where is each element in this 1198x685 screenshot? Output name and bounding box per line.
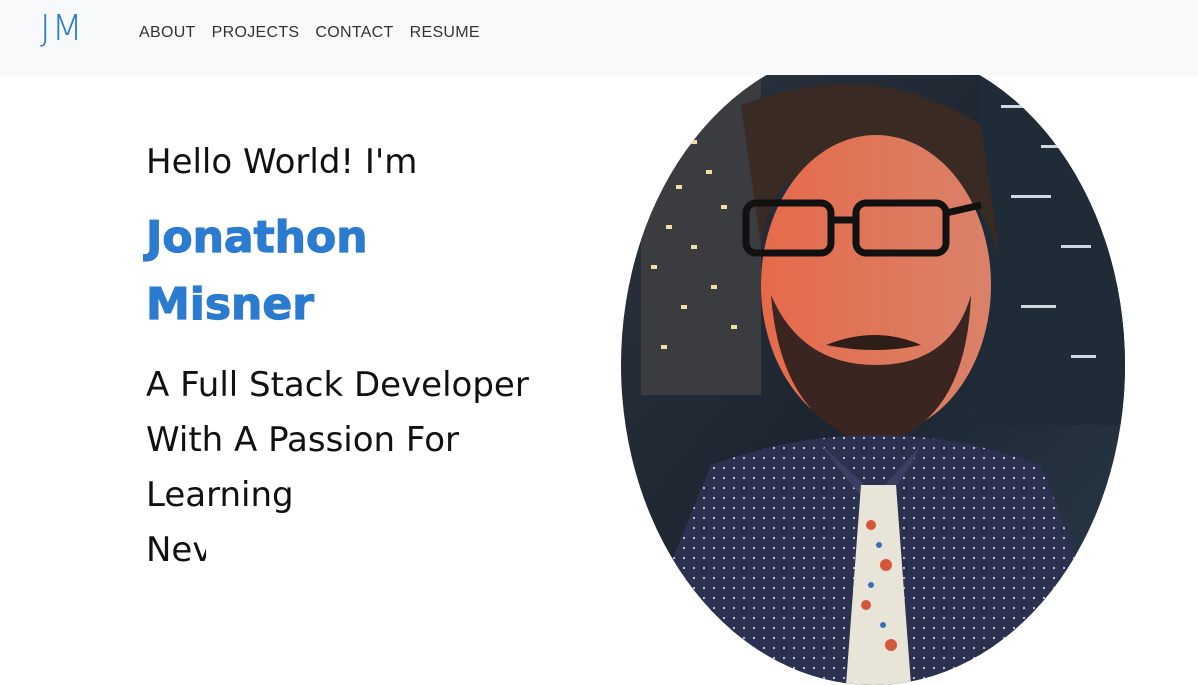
hero-name-last: Misner: [145, 278, 314, 330]
profile-photo-icon: [621, 45, 1125, 685]
nav-links: ABOUT PROJECTS CONTACT RESUME: [139, 24, 496, 42]
nav-link-projects[interactable]: PROJECTS: [212, 24, 300, 42]
typed-text: Nev: [146, 530, 206, 570]
nav-link-about[interactable]: ABOUT: [139, 24, 196, 42]
profile-photo: [621, 45, 1125, 685]
navbar: JM ABOUT PROJECTS CONTACT RESUME: [0, 0, 1198, 75]
nav-link-contact[interactable]: CONTACT: [315, 24, 393, 42]
hero-name-first: Jonathon: [145, 211, 368, 263]
greeting-text: Hello World! I'm: [146, 142, 418, 182]
nav-link-resume[interactable]: RESUME: [410, 24, 480, 42]
tagline-text: A Full Stack Developer With A Passion Fo…: [146, 365, 529, 515]
hero-section: Hello World! I'm Jonathon Misner A Full …: [145, 140, 606, 578]
brand-logo[interactable]: JM: [40, 8, 84, 49]
hero-name: Jonathon Misner: [145, 204, 606, 338]
